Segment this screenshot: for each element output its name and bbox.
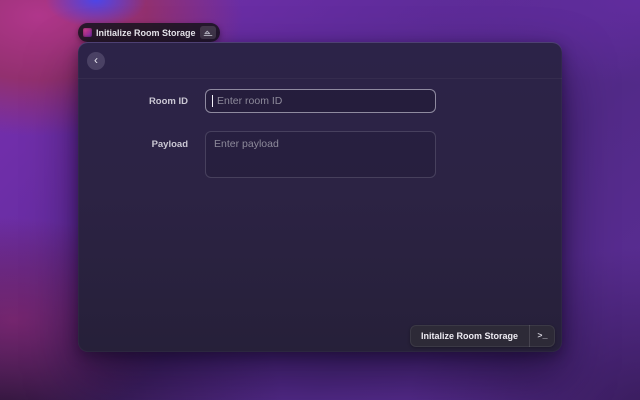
window-tag[interactable]: Initialize Room Storage — [78, 23, 220, 42]
initialize-room-storage-button[interactable]: Initalize Room Storage >_ — [410, 325, 555, 347]
text-caret — [212, 95, 213, 107]
terminal-icon: >_ — [530, 325, 555, 347]
detach-icon[interactable] — [200, 26, 216, 39]
payload-label: Payload — [78, 139, 188, 150]
app-icon — [83, 28, 92, 37]
payload-textarea[interactable] — [205, 131, 436, 178]
window-tag-label: Initialize Room Storage — [96, 28, 196, 38]
chevron-left-icon: ‹ — [94, 54, 98, 66]
room-id-input[interactable] — [205, 89, 436, 113]
submit-button-label: Initalize Room Storage — [410, 325, 529, 347]
desktop-wallpaper: Initialize Room Storage ‹ Room ID Payloa… — [0, 0, 640, 400]
initialize-room-storage-window: ‹ Room ID Payload Initalize Room Storage… — [78, 42, 562, 352]
back-button[interactable]: ‹ — [87, 52, 105, 70]
detach-icon-glyph — [203, 29, 213, 37]
room-id-label: Room ID — [78, 96, 188, 107]
header-divider — [78, 78, 562, 79]
